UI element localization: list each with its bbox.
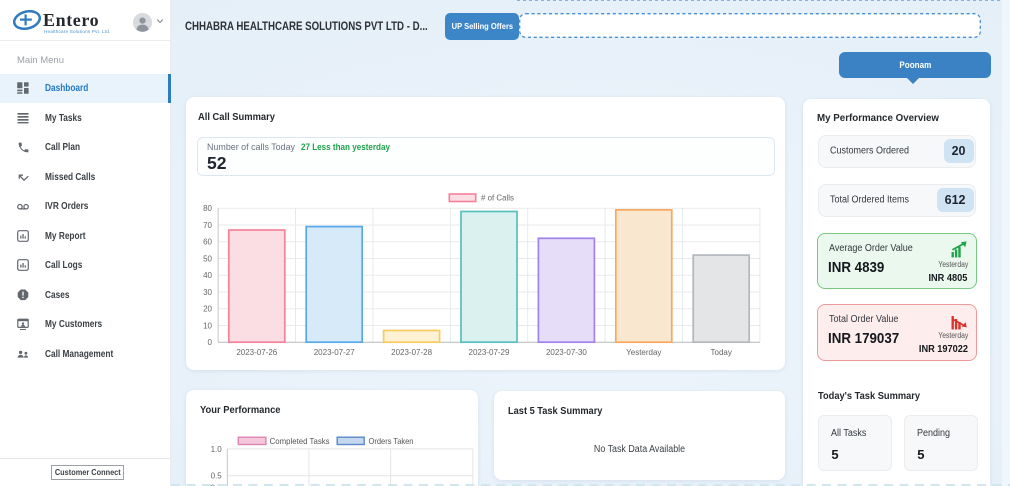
svg-text:20: 20 [203, 305, 212, 314]
svg-text:Today: Today [711, 348, 732, 357]
svg-text:2023-07-26: 2023-07-26 [236, 348, 277, 357]
svg-text:10: 10 [203, 321, 212, 330]
svg-text:0.5: 0.5 [211, 471, 223, 480]
svg-text:40: 40 [203, 271, 212, 280]
svg-text:30: 30 [203, 288, 212, 297]
svg-text:Completed Tasks: Completed Tasks [270, 436, 330, 446]
svg-text:70: 70 [203, 221, 212, 230]
svg-text:50: 50 [203, 254, 212, 263]
svg-text:2023-07-29: 2023-07-29 [469, 348, 510, 357]
svg-text:2023-07-27: 2023-07-27 [314, 348, 355, 357]
svg-text:Yesterday: Yesterday [626, 348, 661, 357]
svg-text:1.0: 1.0 [211, 445, 223, 454]
svg-text:60: 60 [203, 238, 212, 247]
svg-text:0: 0 [208, 338, 213, 347]
svg-text:2023-07-28: 2023-07-28 [391, 348, 432, 357]
svg-text:Orders Taken: Orders Taken [369, 436, 414, 446]
svg-text:80: 80 [203, 204, 212, 213]
svg-text:# of Calls: # of Calls [481, 193, 514, 203]
svg-text:2023-07-30: 2023-07-30 [546, 348, 587, 357]
